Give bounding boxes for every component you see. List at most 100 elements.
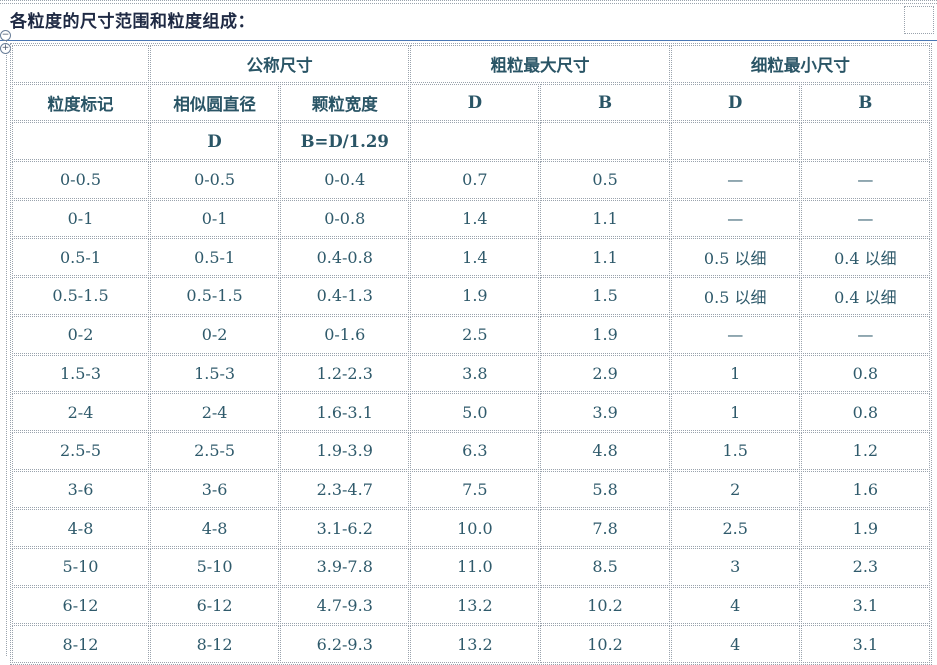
cell-grit-mark: 0.5-1.5 — [12, 277, 149, 315]
grit-size-table: 公称尺寸 粗粒最大尺寸 细粒最小尺寸 粒度标记 相似圆直径 颗粒宽度 D B D… — [10, 43, 932, 665]
table-row: 0.5-1.5 0.5-1.5 0.4-1.3 1.9 1.5 0.5 以细 0.4 以细 — [12, 277, 930, 315]
cell-coarse-d: 13.2 — [410, 586, 540, 625]
cell-grit-mark: 0-0.5 — [12, 161, 149, 199]
cell-grain-width: 0-1.6 — [280, 315, 410, 354]
cell-fine-d: 1.5 — [670, 431, 800, 470]
header-equiv-diameter: 相似圆直径 — [150, 83, 280, 122]
cell-grit-mark: 1.5-3 — [12, 354, 149, 393]
cell-fine-b: 3.1 — [800, 586, 930, 625]
cell-grit-mark: 2.5-5 — [12, 431, 149, 470]
cell-equiv-diameter: 8-12 — [150, 625, 280, 663]
collapse-handle-icon[interactable]: − — [0, 30, 11, 41]
cell-equiv-diameter: 0.5-1.5 — [150, 277, 280, 315]
cell-fine-b: 1.2 — [800, 431, 930, 470]
cell-fine-d: 4 — [670, 625, 800, 663]
header-fine-d: D — [670, 83, 800, 122]
cell-coarse-d: 3.8 — [410, 354, 540, 393]
cell-coarse-d: 2.5 — [410, 315, 540, 354]
cell-grit-mark: 5-10 — [12, 547, 149, 586]
table-row: 3-6 3-6 2.3-4.7 7.5 5.8 2 1.6 — [12, 470, 930, 509]
table-body: 公称尺寸 粗粒最大尺寸 细粒最小尺寸 粒度标记 相似圆直径 颗粒宽度 D B D… — [12, 45, 930, 663]
table-row: 0-2 0-2 0-1.6 2.5 1.9— — — [12, 315, 930, 354]
table-row: 0.5-1 0.5-1 0.4-0.8 1.4 1.1 0.5 以细 0.4 以细 — [12, 238, 930, 277]
sub-header-cell — [670, 122, 800, 161]
cell-fine-b: 3.1 — [800, 625, 930, 663]
cell-coarse-d: 6.3 — [410, 431, 540, 470]
cell-coarse-b: 1.1 — [540, 199, 670, 238]
cell-fine-d: 2 — [670, 470, 800, 509]
top-border — [0, 0, 937, 4]
cell-coarse-b: 1.9 — [540, 315, 670, 354]
cell-equiv-diameter: 0-2 — [150, 315, 280, 354]
cell-fine-b: 0.8 — [800, 354, 930, 393]
header-grain-width: 颗粒宽度 — [280, 83, 410, 122]
cell-fine-b: 1.6 — [800, 470, 930, 509]
header-coarse-b: B — [540, 83, 670, 122]
cell-equiv-diameter: 4-8 — [150, 509, 280, 547]
cell-equiv-diameter: 1.5-3 — [150, 354, 280, 393]
table-row: 4-8 4-8 3.1-6.2 10.0 7.8 2.5 1.9 — [12, 509, 930, 547]
cell-coarse-d: 11.0 — [410, 547, 540, 586]
cell-grain-width: 6.2-9.3 — [280, 625, 410, 663]
cell-fine-b: 2.3 — [800, 547, 930, 586]
cell-coarse-b: 10.2 — [540, 625, 670, 663]
cell-fine-d: 3 — [670, 547, 800, 586]
cell-coarse-b: 1.1 — [540, 238, 670, 277]
sub-header-width-formula: B=D/1.29 — [280, 122, 410, 161]
cell-fine-b: 1.9 — [800, 509, 930, 547]
cell-equiv-diameter: 0-1 — [150, 199, 280, 238]
cell-fine-d: 2.5 — [670, 509, 800, 547]
cell-grain-width: 0.4-1.3 — [280, 277, 410, 315]
cell-grit-mark: 6-12 — [12, 586, 149, 625]
table-row: 2.5-5 2.5-5 1.9-3.9 6.3 4.8 1.5 1.2 — [12, 431, 930, 470]
sub-header-diameter-symbol: D — [150, 122, 280, 161]
cell-grit-mark: 4-8 — [12, 509, 149, 547]
table-row: 2-4 2-4 1.6-3.1 5.0 3.9 1 0.8 — [12, 393, 930, 431]
cell-fine-d: 4 — [670, 586, 800, 625]
cell-grain-width: 3.9-7.8 — [280, 547, 410, 586]
cell-coarse-b: 10.2 — [540, 586, 670, 625]
cell-grain-width: 1.9-3.9 — [280, 431, 410, 470]
cell-coarse-d: 1.4 — [410, 199, 540, 238]
table-row: 1.5-3 1.5-3 1.2-2.3 3.8 2.9 1 0.8 — [12, 354, 930, 393]
sub-header-row: D B=D/1.29 — [12, 122, 930, 161]
title-underline — [0, 40, 937, 41]
group-header-row: 公称尺寸 粗粒最大尺寸 细粒最小尺寸 — [12, 45, 930, 83]
cell-grain-width: 0-0.8 — [280, 199, 410, 238]
cell-coarse-d: 13.2 — [410, 625, 540, 663]
cell-coarse-b: 7.8 — [540, 509, 670, 547]
cell-fine-d: — — [670, 161, 800, 199]
cell-coarse-b: 4.8 — [540, 431, 670, 470]
cell-fine-d: 1 — [670, 354, 800, 393]
header-fine-min: 细粒最小尺寸 — [670, 45, 930, 83]
cell-equiv-diameter: 0.5-1 — [150, 238, 280, 277]
cell-coarse-d: 0.7 — [410, 161, 540, 199]
cell-coarse-b: 0.5 — [540, 161, 670, 199]
cell-fine-b: — — [800, 161, 930, 199]
cell-coarse-b: 5.8 — [540, 470, 670, 509]
cell-grain-width: 3.1-6.2 — [280, 509, 410, 547]
table-row: 8-12 8-12 6.2-9.3 13.2 10.2 4 3.1 — [12, 625, 930, 663]
cell-fine-b: 0.4 以细 — [800, 277, 930, 315]
cell-grit-mark: 2-4 — [12, 393, 149, 431]
header-coarse-max: 粗粒最大尺寸 — [410, 45, 670, 83]
cell-coarse-b: 1.5 — [540, 277, 670, 315]
cell-grain-width: 0-0.4 — [280, 161, 410, 199]
sub-header-cell — [12, 122, 149, 161]
cell-grit-mark: 8-12 — [12, 625, 149, 663]
cell-grit-mark: 0.5-1 — [12, 238, 149, 277]
sub-header-cell — [540, 122, 670, 161]
cell-coarse-d: 7.5 — [410, 470, 540, 509]
cell-coarse-b: 3.9 — [540, 393, 670, 431]
cell-fine-b: — — [800, 315, 930, 354]
cell-coarse-d: 1.9 — [410, 277, 540, 315]
cell-grain-width: 1.2-2.3 — [280, 354, 410, 393]
page-title: 各粒度的尺寸范围和粒度组成： — [10, 12, 255, 32]
cell-equiv-diameter: 6-12 — [150, 586, 280, 625]
table-row: 0-1 0-1 0-0.8 1.4 1.1— — — [12, 199, 930, 238]
column-header-row: 粒度标记 相似圆直径 颗粒宽度 D B D B — [12, 83, 930, 122]
header-nominal-size: 公称尺寸 — [150, 45, 410, 83]
cell-grain-width: 2.3-4.7 — [280, 470, 410, 509]
cell-fine-d: — — [670, 315, 800, 354]
cell-equiv-diameter: 2.5-5 — [150, 431, 280, 470]
